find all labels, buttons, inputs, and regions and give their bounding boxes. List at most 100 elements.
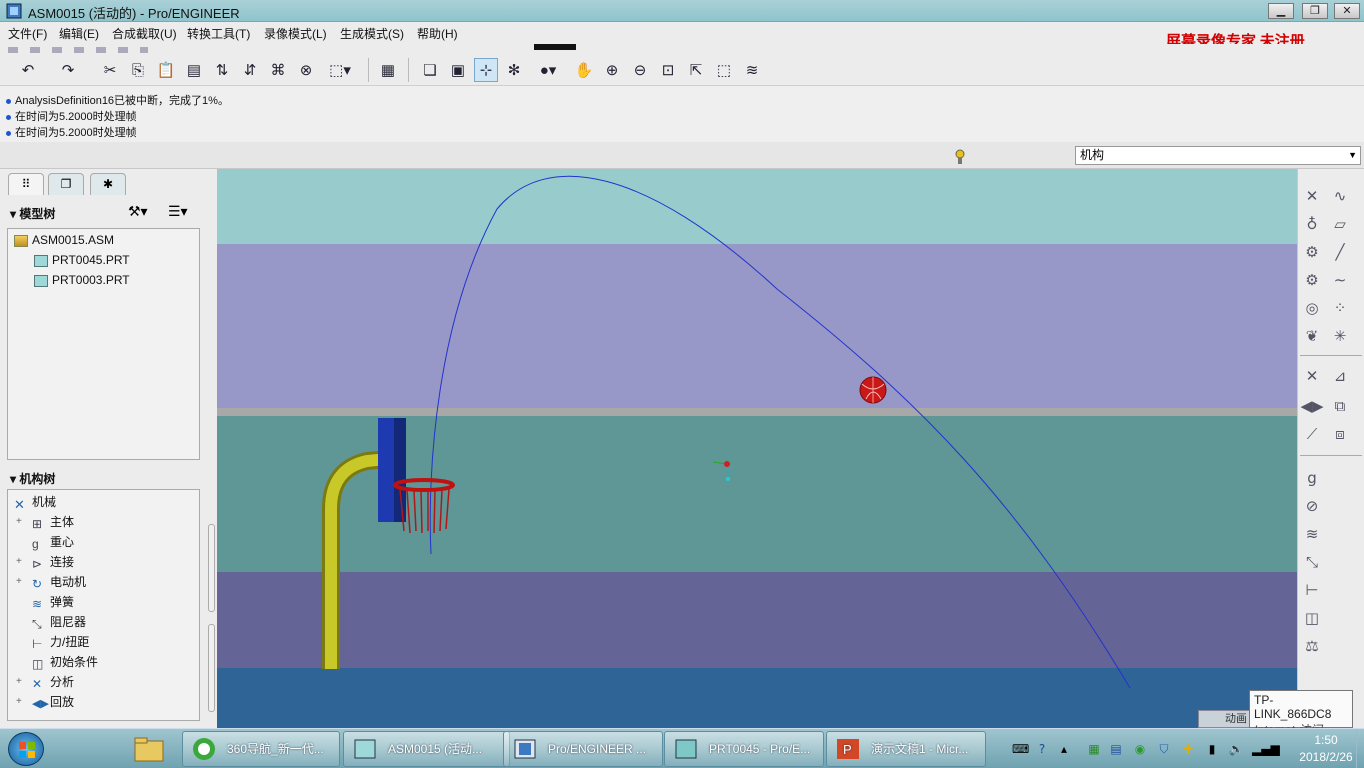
- tree-item-mechanism[interactable]: ✕ 机械: [14, 493, 56, 512]
- gravity-icon[interactable]: g: [1300, 467, 1324, 489]
- force-torque-icon[interactable]: ⊢: [1300, 579, 1324, 601]
- tree-item-initial-conditions[interactable]: ◫ 初始条件: [32, 653, 98, 671]
- menu-capture[interactable]: 合成截取(U): [112, 25, 177, 42]
- close-button[interactable]: ✕: [1334, 3, 1360, 19]
- spring-tool-icon[interactable]: ≋: [1300, 523, 1324, 545]
- coordinate-system-icon[interactable]: ✳: [1328, 325, 1352, 347]
- restore-button[interactable]: ❐: [1302, 3, 1328, 19]
- mass-properties-icon[interactable]: ⚖: [1300, 635, 1324, 657]
- task-asm0015[interactable]: ASM0015 (活动...: [343, 731, 510, 767]
- model-tree-header[interactable]: ▾ 模型树: [10, 205, 55, 222]
- orient-mode-icon[interactable]: ✻: [502, 58, 526, 82]
- regenerate-icon[interactable]: ⇅: [210, 58, 234, 82]
- layers-icon[interactable]: ❏: [418, 58, 442, 82]
- sketch-curve-icon[interactable]: ∼: [1328, 269, 1352, 291]
- mechanism-tree-header[interactable]: ▾ 机构树: [10, 470, 55, 487]
- initial-condition-icon[interactable]: ◫: [1300, 607, 1324, 629]
- gear-icon[interactable]: ⚙: [1300, 269, 1324, 291]
- menu-convert-tools[interactable]: 转换工具(T): [187, 25, 250, 42]
- results-graph-icon[interactable]: ⟋: [1300, 423, 1324, 445]
- tab-favorites[interactable]: ✱: [90, 173, 126, 195]
- axis-icon[interactable]: ╱: [1328, 241, 1352, 263]
- usb-icon[interactable]: ▮: [1204, 741, 1220, 757]
- task-proengineer[interactable]: Pro/ENGINEER ...: [503, 731, 663, 767]
- binoculars-icon[interactable]: ⊗: [294, 58, 318, 82]
- expand-icon[interactable]: +: [16, 696, 22, 707]
- selection-box-icon[interactable]: ⬚▾: [322, 58, 358, 82]
- export-results-icon[interactable]: ⧈: [1328, 423, 1352, 445]
- tree-filter-icon[interactable]: ☰▾: [168, 203, 188, 220]
- paste-special-icon[interactable]: ▤: [182, 58, 206, 82]
- file-explorer-icon[interactable]: [132, 733, 166, 765]
- cut-icon[interactable]: ✂: [98, 58, 122, 82]
- motor-icon[interactable]: ♁: [1300, 213, 1324, 235]
- volume-icon[interactable]: 🔈: [1228, 741, 1244, 757]
- network-manager-icon[interactable]: ▦: [1086, 741, 1102, 757]
- clock-time[interactable]: 1:50: [1296, 733, 1356, 747]
- tab-folder-browser[interactable]: ❐: [48, 173, 84, 195]
- expand-icon[interactable]: +: [16, 516, 22, 527]
- tree-item-analyses[interactable]: ✕ 分析: [32, 673, 74, 691]
- task-powerpoint[interactable]: P 演示文稿1 - Micr...: [826, 731, 986, 767]
- animation-popup[interactable]: 动画: [1198, 710, 1254, 728]
- security-icon[interactable]: ◉: [1132, 741, 1148, 757]
- grid-icon[interactable]: ▦: [376, 58, 400, 82]
- tree-item-asm[interactable]: ASM0015.ASM: [14, 233, 114, 247]
- playback-icon[interactable]: ◀▶: [1300, 395, 1324, 417]
- tree-item-part[interactable]: PRT0045.PRT: [34, 253, 130, 267]
- curve-icon[interactable]: ∿: [1328, 185, 1352, 207]
- run-analysis-icon[interactable]: ✕: [1300, 365, 1324, 387]
- tab-model-tree[interactable]: ⠿: [8, 173, 44, 195]
- menu-edit[interactable]: 编辑(E): [59, 25, 99, 42]
- interference-icon[interactable]: ⧉: [1328, 395, 1352, 417]
- expand-icon[interactable]: +: [16, 556, 22, 567]
- panel-splitter[interactable]: [207, 524, 217, 714]
- tray-expand-icon[interactable]: ▴: [1056, 741, 1072, 757]
- start-button[interactable]: [8, 732, 44, 766]
- redo-icon[interactable]: ↷: [56, 58, 80, 82]
- belt-icon[interactable]: ◎: [1300, 297, 1324, 319]
- redraw-icon[interactable]: ▣: [446, 58, 470, 82]
- zoom-out-icon[interactable]: ⊖: [628, 58, 652, 82]
- tree-item-dampers[interactable]: ⤡ 阻尼器: [32, 613, 86, 631]
- paste-icon[interactable]: 📋: [154, 58, 178, 82]
- spin-center-icon[interactable]: ⊹: [474, 58, 498, 82]
- zoom-in-icon[interactable]: ⊕: [600, 58, 624, 82]
- servo-motor-icon[interactable]: ⊘: [1300, 495, 1324, 517]
- show-desktop-button[interactable]: [1356, 729, 1364, 768]
- tree-item-bodies[interactable]: ⊞ 主体: [32, 513, 74, 531]
- clock-date[interactable]: 2018/2/26: [1296, 750, 1356, 764]
- graphics-viewport[interactable]: [217, 169, 1297, 728]
- layer-tree-icon[interactable]: ≋: [740, 58, 764, 82]
- damper-icon[interactable]: ⤡: [1300, 551, 1324, 573]
- undo-icon[interactable]: ↶: [16, 58, 40, 82]
- tree-item-motors[interactable]: ↻ 电动机: [32, 573, 86, 591]
- spring-icon[interactable]: ❦: [1300, 325, 1324, 347]
- menu-file[interactable]: 文件(F): [8, 25, 47, 42]
- refit-icon[interactable]: ⊡: [656, 58, 680, 82]
- points-icon[interactable]: ⁘: [1328, 297, 1352, 319]
- display-style-icon[interactable]: ●▾: [530, 58, 566, 82]
- expand-icon[interactable]: +: [16, 676, 22, 687]
- tree-item-springs[interactable]: ≋ 弹簧: [32, 593, 74, 611]
- copy-icon[interactable]: ⎘: [126, 58, 150, 82]
- saved-views-icon[interactable]: ⬚: [712, 58, 736, 82]
- smart-selection-icon[interactable]: [952, 146, 968, 166]
- measure-icon[interactable]: ⊿: [1328, 365, 1352, 387]
- expand-icon[interactable]: +: [16, 576, 22, 587]
- filter-dropdown[interactable]: 机构 ▼: [1075, 146, 1361, 165]
- tree-item-playbacks[interactable]: ◀▶回放: [32, 693, 74, 710]
- plane-icon[interactable]: ▱: [1328, 213, 1352, 235]
- regenerate-manager-icon[interactable]: ⇵: [238, 58, 262, 82]
- task-prt0045[interactable]: PRT0045 - Pro/E...: [664, 731, 824, 767]
- tree-item-forces[interactable]: ⊢ 力/扭距: [32, 633, 89, 651]
- menu-generate-mode[interactable]: 生成模式(S): [340, 25, 404, 42]
- analysis-icon[interactable]: ✕: [1300, 185, 1324, 207]
- keyboard-icon[interactable]: ⌨: [1012, 741, 1029, 757]
- find-icon[interactable]: ⌘: [266, 58, 290, 82]
- help-icon[interactable]: ?: [1034, 741, 1050, 757]
- tree-item-connections[interactable]: ⊳ 连接: [32, 553, 74, 571]
- tree-item-gravity[interactable]: g 重心: [32, 533, 74, 551]
- flag-icon[interactable]: ▤: [1108, 741, 1124, 757]
- reorient-icon[interactable]: ⇱: [684, 58, 708, 82]
